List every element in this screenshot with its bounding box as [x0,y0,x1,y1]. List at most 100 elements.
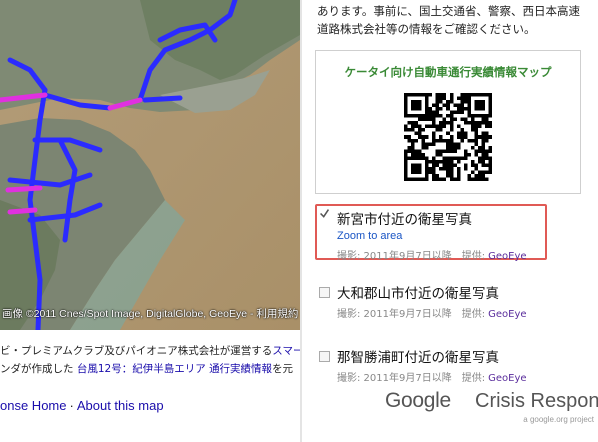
qr-module [453,156,457,160]
qr-module [442,177,447,181]
qr-module [411,142,415,146]
qr-module [484,131,489,136]
qr-module [425,145,429,150]
qr-module [421,135,426,139]
crisis-response-home-link[interactable]: onse Home [0,398,66,413]
qr-module [421,145,426,150]
qr-module [488,121,492,125]
qr-module [470,177,475,181]
qr-module [460,93,464,97]
qr-module [470,138,475,143]
qr-module [467,138,471,143]
qr-module [435,152,440,157]
layer-item-yamatokoriyama[interactable]: 大和郡山市付近の衛星写真 撮影: 2011年9月7日以降 提供: GeoEye [315,282,581,326]
qr-module [432,110,436,115]
qr-module [428,124,433,129]
qr-module [481,159,485,164]
qr-module [446,145,450,150]
qr-module [432,131,436,136]
mobile-map-title[interactable]: ケータイ向け自動車通行実績情報マップ [316,64,580,80]
layer-checkbox[interactable] [319,287,330,298]
satellite-map[interactable]: 画像 ©2011 Cnes/Spot Image, DigitalGlobe, … [0,0,300,330]
provider-link[interactable]: GeoEye [488,373,526,384]
qr-module [453,103,457,108]
qr-module [432,166,436,171]
qr-module [470,117,475,122]
qr-module [456,159,461,164]
qr-module [463,156,468,160]
qr-module [435,138,440,143]
qr-module [428,170,433,174]
qr-module [456,103,461,108]
qr-module [425,124,429,129]
crisis-response-wordmark: Crisis Response [475,390,598,412]
checkmark-icon[interactable] [319,208,330,219]
qr-module [428,117,433,122]
qr-module [484,152,489,157]
qr-module [428,110,433,115]
qr-code-icon [404,93,492,181]
credit-text: ンダが作成した [0,363,74,375]
qr-module [404,124,408,129]
qr-module [439,159,443,164]
qr-module [460,128,464,132]
qr-module [439,107,443,111]
qr-module [470,163,475,167]
qr-module [477,145,482,150]
qr-module [442,166,447,171]
qr-module [463,152,468,157]
smartloop-link[interactable]: スマー [272,345,300,357]
capture-date: 撮影: 2011年9月7日以降 [337,373,452,384]
typhoon-area-link[interactable]: 台風12号：紀伊半島エリア [77,363,206,375]
qr-module [460,156,464,160]
qr-module [446,107,450,111]
qr-module [432,117,436,122]
qr-module [474,177,478,181]
qr-module [484,163,489,167]
qr-module [428,142,433,146]
qr-module [435,177,440,181]
provider-label: 提供: [461,309,486,320]
layer-name: 那智勝浦町付近の衛星写真 [337,350,499,366]
qr-module [474,131,478,136]
qr-module [449,117,454,122]
qr-module [456,110,461,115]
traffic-record-link[interactable]: 通行実績情報 [209,363,272,375]
qr-module [449,163,454,167]
layer-item-nachikatsuura[interactable]: 那智勝浦町付近の衛星写真 撮影: 2011年9月7日以降 提供: GeoEye [315,346,581,390]
qr-module [421,128,426,132]
credit-text: を元 [272,363,294,375]
qr-module [456,170,461,174]
qr-module [470,121,475,125]
qr-module [446,159,450,164]
qr-module [411,128,415,132]
provider-link[interactable]: GeoEye [488,251,526,262]
qr-module [439,138,443,143]
qr-module [453,177,457,181]
provider-link[interactable]: GeoEye [488,309,526,320]
qr-module [481,145,485,150]
qr-module [474,128,478,132]
qr-module [432,159,436,164]
qr-module [484,138,489,143]
qr-module [446,149,450,153]
qr-module [439,177,443,181]
qr-module [449,128,454,132]
qr-module [474,149,478,153]
qr-module [484,170,489,174]
qr-module [481,156,485,160]
qr-module [442,124,447,129]
qr-module [407,145,412,150]
qr-module [407,135,412,139]
qr-module [460,138,464,143]
qr-module [460,107,464,111]
satellite-imagery[interactable] [0,0,300,330]
about-this-map-link[interactable]: About this map [77,398,164,413]
layer-item-shingu[interactable]: 新宮市付近の衛星写真 Zoom to area 撮影: 2011年9月7日以降提… [315,204,581,264]
qr-module [432,156,436,160]
qr-module [488,124,492,129]
layer-checkbox[interactable] [319,351,330,362]
qr-module [463,149,468,153]
qr-module [463,135,468,139]
zoom-to-area-link[interactable]: Zoom to area [337,230,402,242]
